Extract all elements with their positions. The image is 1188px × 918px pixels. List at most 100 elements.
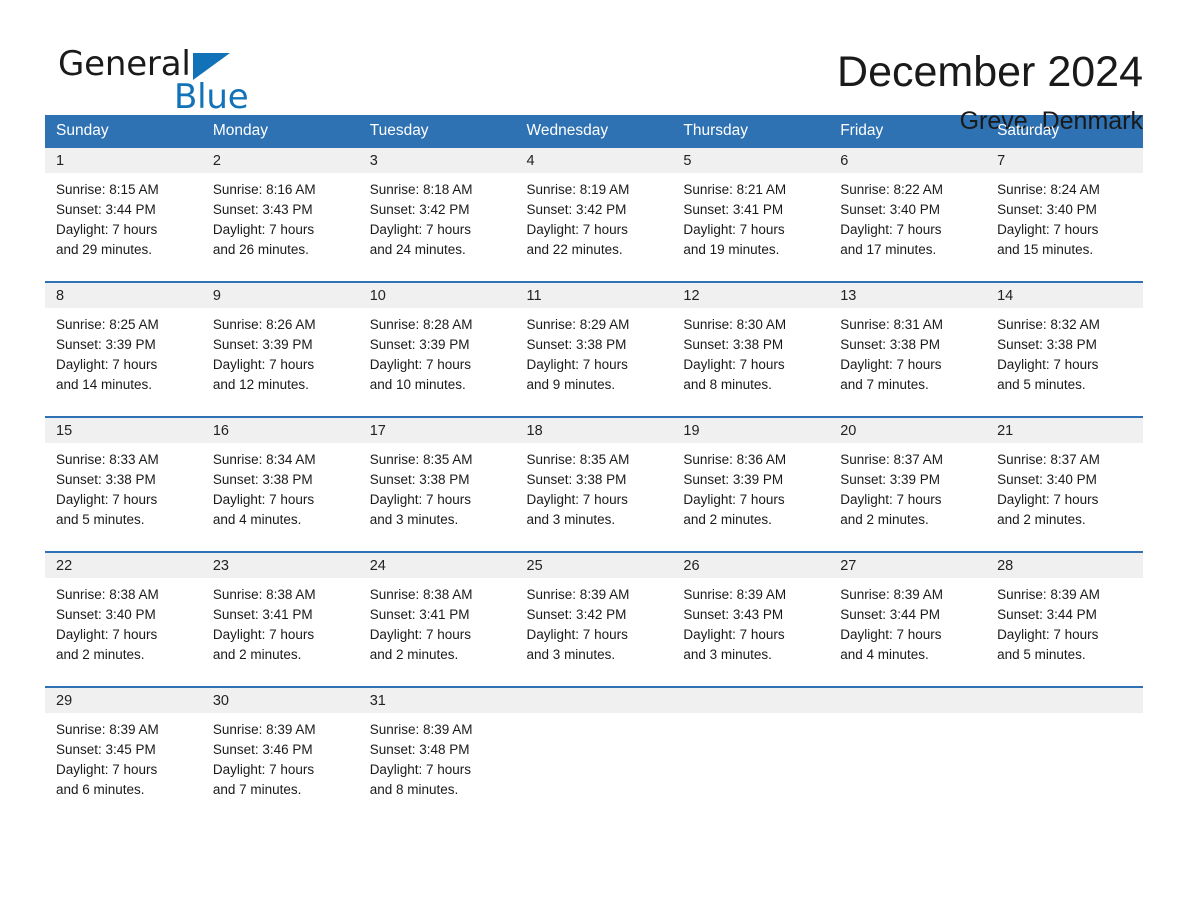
- day-number: 4: [515, 148, 673, 173]
- logo-text-general: General: [58, 44, 191, 84]
- day-details: Sunrise: 8:33 AM Sunset: 3:38 PM Dayligh…: [56, 452, 159, 527]
- calendar-week-row: 15 Sunrise: 8:33 AM Sunset: 3:38 PM Dayli…: [45, 416, 1143, 552]
- day-number: 22: [45, 553, 202, 578]
- calendar-cell[interactable]: 5 Sunrise: 8:21 AM Sunset: 3:41 PM Daylig…: [672, 148, 830, 282]
- calendar-cell-empty: [829, 686, 987, 821]
- day-number: 8: [45, 283, 202, 308]
- calendar-week-row: 8 Sunrise: 8:25 AM Sunset: 3:39 PM Daylig…: [45, 281, 1143, 417]
- calendar-cell[interactable]: 9 Sunrise: 8:26 AM Sunset: 3:39 PM Daylig…: [201, 281, 359, 417]
- day-details: Sunrise: 8:30 AM Sunset: 3:38 PM Dayligh…: [683, 317, 787, 392]
- calendar-cell[interactable]: 30 Sunrise: 8:39 AM Sunset: 3:46 PM Dayli…: [201, 686, 359, 821]
- day-number: 14: [986, 283, 1143, 308]
- day-details: Sunrise: 8:39 AM Sunset: 3:42 PM Dayligh…: [526, 587, 630, 662]
- calendar-cell[interactable]: 22 Sunrise: 8:38 AM Sunset: 3:40 PM Dayli…: [45, 551, 202, 687]
- day-details: Sunrise: 8:32 AM Sunset: 3:38 PM Dayligh…: [997, 317, 1100, 392]
- day-details: Sunrise: 8:22 AM Sunset: 3:40 PM Dayligh…: [840, 182, 944, 257]
- calendar-cell[interactable]: 4 Sunrise: 8:19 AM Sunset: 3:42 PM Daylig…: [515, 148, 673, 282]
- day-number: [672, 688, 830, 713]
- calendar-cell[interactable]: 25 Sunrise: 8:39 AM Sunset: 3:42 PM Dayli…: [515, 551, 673, 687]
- logo-text-blue: Blue: [174, 77, 249, 117]
- day-number: 21: [986, 418, 1143, 443]
- day-number: 25: [515, 553, 673, 578]
- calendar-cell[interactable]: 13 Sunrise: 8:31 AM Sunset: 3:38 PM Dayli…: [829, 281, 987, 417]
- day-details: Sunrise: 8:39 AM Sunset: 3:46 PM Dayligh…: [212, 722, 316, 797]
- day-details: Sunrise: 8:21 AM Sunset: 3:41 PM Dayligh…: [683, 182, 787, 257]
- day-details: Sunrise: 8:37 AM Sunset: 3:39 PM Dayligh…: [840, 452, 944, 527]
- day-details: Sunrise: 8:19 AM Sunset: 3:42 PM Dayligh…: [526, 182, 630, 257]
- day-details: Sunrise: 8:25 AM Sunset: 3:39 PM Dayligh…: [56, 317, 159, 392]
- day-number: 1: [45, 148, 202, 173]
- calendar-cell[interactable]: 15 Sunrise: 8:33 AM Sunset: 3:38 PM Dayli…: [45, 416, 202, 552]
- page-header: General Blue December 2024 Greve, Denmar…: [45, 0, 1143, 135]
- triangle-icon: [193, 53, 230, 80]
- day-number: 29: [45, 688, 202, 713]
- day-details: Sunrise: 8:38 AM Sunset: 3:40 PM Dayligh…: [56, 587, 159, 662]
- day-details: Sunrise: 8:24 AM Sunset: 3:40 PM Dayligh…: [997, 182, 1100, 257]
- day-details: Sunrise: 8:29 AM Sunset: 3:38 PM Dayligh…: [526, 317, 630, 392]
- day-number: [515, 688, 673, 713]
- day-number: 18: [515, 418, 673, 443]
- calendar-cell[interactable]: 23 Sunrise: 8:38 AM Sunset: 3:41 PM Dayli…: [201, 551, 359, 687]
- day-number: 20: [829, 418, 987, 443]
- day-details: Sunrise: 8:39 AM Sunset: 3:44 PM Dayligh…: [997, 587, 1100, 662]
- day-number: 26: [672, 553, 830, 578]
- calendar-cell[interactable]: 19 Sunrise: 8:36 AM Sunset: 3:39 PM Dayli…: [672, 416, 830, 552]
- day-details: Sunrise: 8:37 AM Sunset: 3:40 PM Dayligh…: [997, 452, 1100, 527]
- day-details: Sunrise: 8:39 AM Sunset: 3:44 PM Dayligh…: [840, 587, 944, 662]
- calendar-cell[interactable]: 3 Sunrise: 8:18 AM Sunset: 3:42 PM Daylig…: [358, 148, 516, 282]
- calendar-body: 1 Sunrise: 8:15 AM Sunset: 3:44 PM Daylig…: [45, 148, 1143, 821]
- day-details: Sunrise: 8:15 AM Sunset: 3:44 PM Dayligh…: [56, 182, 159, 257]
- day-details: Sunrise: 8:26 AM Sunset: 3:39 PM Dayligh…: [212, 317, 316, 392]
- day-number: 28: [986, 553, 1143, 578]
- day-number: 15: [45, 418, 202, 443]
- calendar-cell[interactable]: 2 Sunrise: 8:16 AM Sunset: 3:43 PM Daylig…: [201, 148, 359, 282]
- day-number: 19: [672, 418, 830, 443]
- day-number: 23: [201, 553, 359, 578]
- day-number: 7: [986, 148, 1143, 173]
- calendar-cell[interactable]: 10 Sunrise: 8:28 AM Sunset: 3:39 PM Dayli…: [358, 281, 516, 417]
- day-number: 3: [358, 148, 516, 173]
- day-details: Sunrise: 8:34 AM Sunset: 3:38 PM Dayligh…: [212, 452, 316, 527]
- calendar-week-row: 1 Sunrise: 8:15 AM Sunset: 3:44 PM Daylig…: [45, 148, 1143, 282]
- day-number: 2: [201, 148, 359, 173]
- calendar-cell-empty: [515, 686, 673, 821]
- day-details: Sunrise: 8:18 AM Sunset: 3:42 PM Dayligh…: [369, 182, 473, 257]
- calendar-cell[interactable]: 21 Sunrise: 8:37 AM Sunset: 3:40 PM Dayli…: [986, 416, 1143, 552]
- day-details: Sunrise: 8:38 AM Sunset: 3:41 PM Dayligh…: [212, 587, 316, 662]
- day-number: [986, 688, 1143, 713]
- calendar-cell[interactable]: 11 Sunrise: 8:29 AM Sunset: 3:38 PM Dayli…: [515, 281, 673, 417]
- day-details: Sunrise: 8:28 AM Sunset: 3:39 PM Dayligh…: [369, 317, 473, 392]
- calendar-cell[interactable]: 27 Sunrise: 8:39 AM Sunset: 3:44 PM Dayli…: [829, 551, 987, 687]
- calendar-cell[interactable]: 1 Sunrise: 8:15 AM Sunset: 3:44 PM Daylig…: [45, 148, 202, 282]
- weekday-header-sunday: Sunday: [45, 115, 202, 148]
- day-number: [829, 688, 987, 713]
- page-title: December 2024: [837, 48, 1143, 96]
- day-details: Sunrise: 8:36 AM Sunset: 3:39 PM Dayligh…: [683, 452, 787, 527]
- calendar-cell[interactable]: 20 Sunrise: 8:37 AM Sunset: 3:39 PM Dayli…: [829, 416, 987, 552]
- calendar-cell[interactable]: 6 Sunrise: 8:22 AM Sunset: 3:40 PM Daylig…: [829, 148, 987, 282]
- calendar-cell[interactable]: 18 Sunrise: 8:35 AM Sunset: 3:38 PM Dayli…: [515, 416, 673, 552]
- day-number: 10: [358, 283, 516, 308]
- day-number: 17: [358, 418, 516, 443]
- general-blue-logo[interactable]: General Blue: [45, 44, 305, 117]
- day-number: 24: [358, 553, 516, 578]
- calendar-cell[interactable]: 31 Sunrise: 8:39 AM Sunset: 3:48 PM Dayli…: [358, 686, 516, 821]
- calendar-cell[interactable]: 29 Sunrise: 8:39 AM Sunset: 3:45 PM Dayli…: [45, 686, 202, 821]
- day-details: Sunrise: 8:35 AM Sunset: 3:38 PM Dayligh…: [369, 452, 473, 527]
- day-number: 5: [672, 148, 830, 173]
- calendar-cell[interactable]: 12 Sunrise: 8:30 AM Sunset: 3:38 PM Dayli…: [672, 281, 830, 417]
- day-number: 31: [358, 688, 516, 713]
- calendar-cell[interactable]: 28 Sunrise: 8:39 AM Sunset: 3:44 PM Dayli…: [986, 551, 1143, 687]
- calendar-cell[interactable]: 16 Sunrise: 8:34 AM Sunset: 3:38 PM Dayli…: [201, 416, 359, 552]
- calendar-cell[interactable]: 14 Sunrise: 8:32 AM Sunset: 3:38 PM Dayli…: [986, 281, 1143, 417]
- calendar-cell-empty: [672, 686, 830, 821]
- calendar-cell[interactable]: 17 Sunrise: 8:35 AM Sunset: 3:38 PM Dayli…: [358, 416, 516, 552]
- calendar-cell[interactable]: 26 Sunrise: 8:39 AM Sunset: 3:43 PM Dayli…: [672, 551, 830, 687]
- calendar-week-row: 22 Sunrise: 8:38 AM Sunset: 3:40 PM Dayli…: [45, 551, 1143, 687]
- calendar-cell[interactable]: 24 Sunrise: 8:38 AM Sunset: 3:41 PM Dayli…: [358, 551, 516, 687]
- day-number: 13: [829, 283, 987, 308]
- day-number: 9: [201, 283, 359, 308]
- calendar-page: General Blue December 2024 Greve, Denmar…: [0, 0, 1188, 918]
- calendar-cell[interactable]: 7 Sunrise: 8:24 AM Sunset: 3:40 PM Daylig…: [986, 148, 1143, 282]
- calendar-cell[interactable]: 8 Sunrise: 8:25 AM Sunset: 3:39 PM Daylig…: [45, 281, 202, 417]
